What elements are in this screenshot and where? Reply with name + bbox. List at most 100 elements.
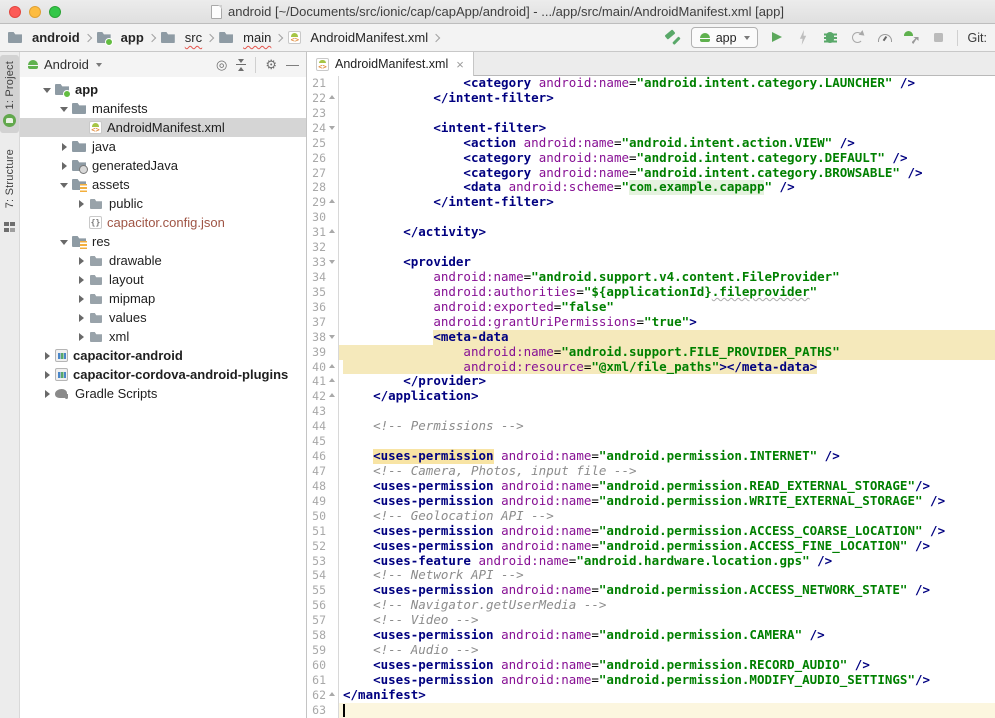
tree-collapsed-arrow-icon[interactable] <box>40 351 55 361</box>
fold-marker-icon[interactable] <box>326 330 339 345</box>
fold-marker-icon[interactable] <box>326 225 339 240</box>
tree-item-Gradle Scripts[interactable]: Gradle Scripts <box>20 384 306 403</box>
code-line-45[interactable]: 45 <box>307 434 995 449</box>
settings-gear-icon[interactable]: ⚙ <box>265 58 277 71</box>
code-line-38[interactable]: 38 <meta-data <box>307 330 995 345</box>
breadcrumb-item-android[interactable]: android <box>8 30 80 45</box>
code-line-48[interactable]: 48 <uses-permission android:name="androi… <box>307 479 995 494</box>
build-variants-icon[interactable] <box>4 222 15 233</box>
tree-item-capacitor.config.json[interactable]: capacitor.config.json <box>20 213 306 232</box>
breadcrumb-item-AndroidManifest.xml[interactable]: AndroidManifest.xml <box>288 30 428 45</box>
tree-item-public[interactable]: public <box>20 194 306 213</box>
code-line-63[interactable]: 63 <box>307 703 995 718</box>
close-window-button[interactable] <box>9 6 21 18</box>
tree-collapsed-arrow-icon[interactable] <box>40 389 55 399</box>
tree-item-drawable[interactable]: drawable <box>20 251 306 270</box>
code-line-36[interactable]: 36 android:exported="false" <box>307 300 995 315</box>
tree-item-java[interactable]: java <box>20 137 306 156</box>
code-line-39[interactable]: 39 android:name="android.support.FILE_PR… <box>307 345 995 360</box>
tree-collapsed-arrow-icon[interactable] <box>74 313 89 323</box>
editor-code[interactable]: 21 <category android:name="android.inten… <box>307 76 995 718</box>
code-line-55[interactable]: 55 <uses-permission android:name="androi… <box>307 583 995 598</box>
tree-expanded-arrow-icon[interactable] <box>57 237 72 247</box>
run-with-coverage-icon[interactable] <box>849 29 866 46</box>
tree-item-AndroidManifest.xml[interactable]: AndroidManifest.xml <box>20 118 306 137</box>
locate-file-icon[interactable]: ◎ <box>216 58 227 71</box>
fold-marker-icon[interactable] <box>326 255 339 270</box>
code-line-44[interactable]: 44 <!-- Permissions --> <box>307 419 995 434</box>
tree-item-app[interactable]: app <box>20 80 306 99</box>
tree-collapsed-arrow-icon[interactable] <box>74 332 89 342</box>
tab-androidmanifest[interactable]: AndroidManifest.xml × <box>307 52 474 76</box>
tree-collapsed-arrow-icon[interactable] <box>57 142 72 152</box>
tree-collapsed-arrow-icon[interactable] <box>57 161 72 171</box>
code-line-49[interactable]: 49 <uses-permission android:name="androi… <box>307 494 995 509</box>
tree-item-xml[interactable]: xml <box>20 327 306 346</box>
minimize-window-button[interactable] <box>29 6 41 18</box>
code-line-28[interactable]: 28 <data android:scheme="com.example.cap… <box>307 180 995 195</box>
breadcrumb-item-app[interactable]: app <box>97 30 144 45</box>
code-line-59[interactable]: 59 <!-- Audio --> <box>307 643 995 658</box>
resource-manager-icon[interactable] <box>3 114 16 127</box>
tree-expanded-arrow-icon[interactable] <box>57 180 72 190</box>
tree-item-manifests[interactable]: manifests <box>20 99 306 118</box>
code-line-25[interactable]: 25 <action android:name="android.intent.… <box>307 136 995 151</box>
code-line-27[interactable]: 27 <category android:name="android.inten… <box>307 166 995 181</box>
code-line-23[interactable]: 23 <box>307 106 995 121</box>
code-line-32[interactable]: 32 <box>307 240 995 255</box>
tree-expanded-arrow-icon[interactable] <box>40 85 55 95</box>
code-line-24[interactable]: 24 <intent-filter> <box>307 121 995 136</box>
tree-collapsed-arrow-icon[interactable] <box>74 294 89 304</box>
tree-item-mipmap[interactable]: mipmap <box>20 289 306 308</box>
code-line-35[interactable]: 35 android:authorities="${applicationId}… <box>307 285 995 300</box>
code-line-42[interactable]: 42 </application> <box>307 389 995 404</box>
tree-item-capacitor-android[interactable]: capacitor-android <box>20 346 306 365</box>
fold-marker-icon[interactable] <box>326 91 339 106</box>
tree-collapsed-arrow-icon[interactable] <box>74 275 89 285</box>
tree-item-generatedJava[interactable]: generatedJava <box>20 156 306 175</box>
attach-debugger-icon[interactable] <box>903 29 920 46</box>
code-line-46[interactable]: 46 <uses-permission android:name="androi… <box>307 449 995 464</box>
tool-button-structure[interactable]: 7: Structure <box>0 143 19 238</box>
code-line-33[interactable]: 33 <provider <box>307 255 995 270</box>
breadcrumb-item-src[interactable]: src <box>161 30 202 45</box>
code-line-29[interactable]: 29 </intent-filter> <box>307 195 995 210</box>
code-line-22[interactable]: 22 </intent-filter> <box>307 91 995 106</box>
tree-item-values[interactable]: values <box>20 308 306 327</box>
run-icon[interactable] <box>768 29 785 46</box>
code-line-53[interactable]: 53 <uses-feature android:name="android.h… <box>307 554 995 569</box>
code-line-61[interactable]: 61 <uses-permission android:name="androi… <box>307 673 995 688</box>
code-line-51[interactable]: 51 <uses-permission android:name="androi… <box>307 524 995 539</box>
code-line-60[interactable]: 60 <uses-permission android:name="androi… <box>307 658 995 673</box>
tool-button-project[interactable]: 1: Project <box>0 55 19 133</box>
code-line-26[interactable]: 26 <category android:name="android.inten… <box>307 151 995 166</box>
tree-item-capacitor-cordova-android-plugins[interactable]: capacitor-cordova-android-plugins <box>20 365 306 384</box>
tree-item-layout[interactable]: layout <box>20 270 306 289</box>
tree-item-assets[interactable]: assets <box>20 175 306 194</box>
build-hammer-icon[interactable] <box>664 29 681 46</box>
code-line-57[interactable]: 57 <!-- Video --> <box>307 613 995 628</box>
fold-marker-icon[interactable] <box>326 121 339 136</box>
code-line-56[interactable]: 56 <!-- Navigator.getUserMedia --> <box>307 598 995 613</box>
code-line-37[interactable]: 37 android:grantUriPermissions="true"> <box>307 315 995 330</box>
code-line-30[interactable]: 30 <box>307 210 995 225</box>
code-line-34[interactable]: 34 android:name="android.support.v4.cont… <box>307 270 995 285</box>
tree-item-res[interactable]: res <box>20 232 306 251</box>
chevron-down-icon[interactable] <box>96 63 102 67</box>
tree-collapsed-arrow-icon[interactable] <box>40 370 55 380</box>
zoom-window-button[interactable] <box>49 6 61 18</box>
fold-marker-icon[interactable] <box>326 688 339 703</box>
code-line-58[interactable]: 58 <uses-permission android:name="androi… <box>307 628 995 643</box>
code-line-62[interactable]: 62</manifest> <box>307 688 995 703</box>
debug-icon[interactable] <box>822 29 839 46</box>
hide-panel-icon[interactable]: — <box>286 58 299 71</box>
code-line-21[interactable]: 21 <category android:name="android.inten… <box>307 76 995 91</box>
run-configuration-dropdown[interactable]: app <box>691 27 758 48</box>
tree-collapsed-arrow-icon[interactable] <box>74 256 89 266</box>
fold-marker-icon[interactable] <box>326 389 339 404</box>
code-line-50[interactable]: 50 <!-- Geolocation API --> <box>307 509 995 524</box>
code-line-31[interactable]: 31 </activity> <box>307 225 995 240</box>
close-tab-icon[interactable]: × <box>456 58 464 71</box>
profiler-icon[interactable] <box>876 29 893 46</box>
fold-marker-icon[interactable] <box>326 195 339 210</box>
